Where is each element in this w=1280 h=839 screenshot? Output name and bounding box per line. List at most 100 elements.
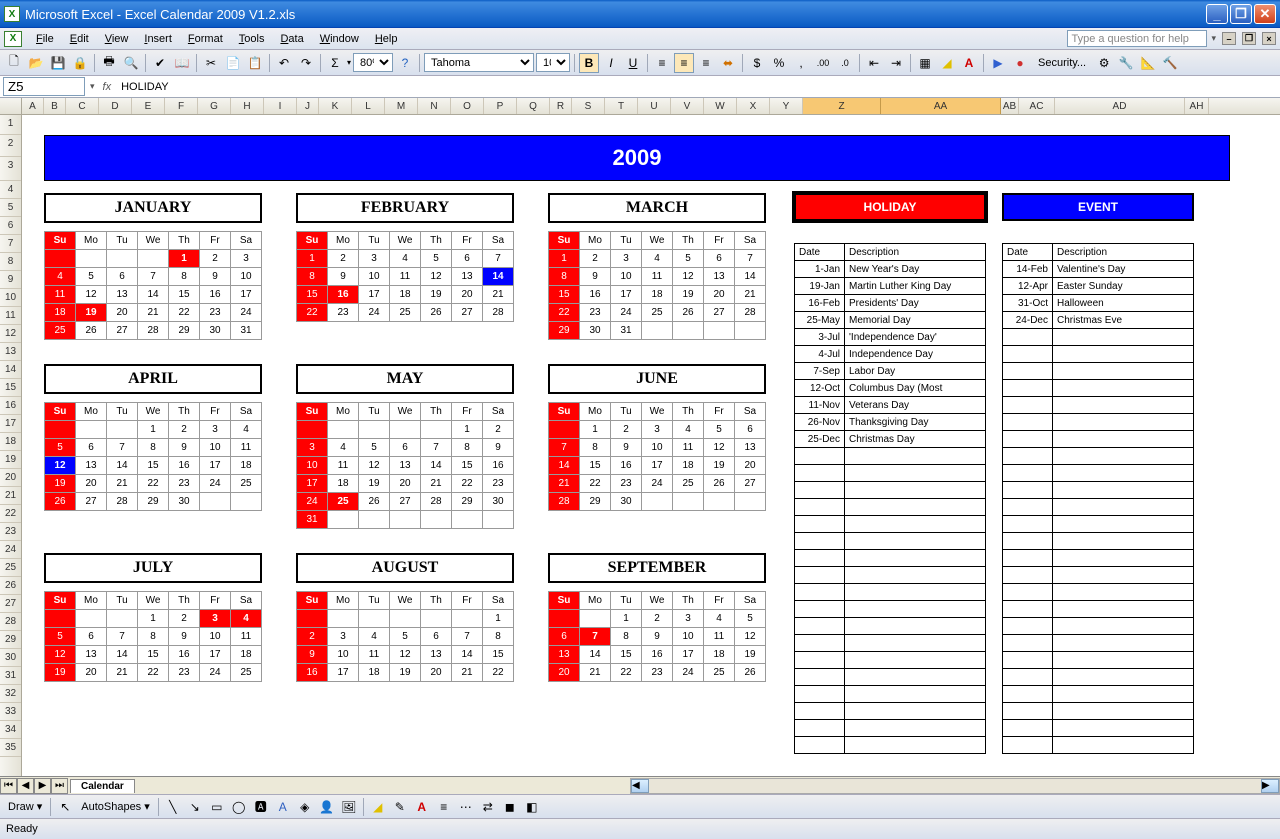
tab-first-button[interactable]: ⏮ bbox=[0, 778, 17, 794]
row-header-18[interactable]: 18 bbox=[0, 433, 21, 451]
table-row[interactable] bbox=[795, 533, 986, 550]
table-row[interactable] bbox=[795, 584, 986, 601]
print-preview-button[interactable]: 🔍 bbox=[121, 53, 141, 73]
name-box[interactable] bbox=[3, 77, 85, 96]
align-left-button[interactable]: ≡ bbox=[652, 53, 672, 73]
column-header-P[interactable]: P bbox=[484, 98, 517, 114]
table-row[interactable]: 12-OctColumbus Day (Most bbox=[795, 380, 986, 397]
table-row[interactable]: 7-SepLabor Day bbox=[795, 363, 986, 380]
row-header-33[interactable]: 33 bbox=[0, 703, 21, 721]
row-header-7[interactable]: 7 bbox=[0, 235, 21, 253]
worksheet-grid[interactable]: 2009 JANUARYSuMoTuWeThFrSa12345678910111… bbox=[22, 115, 1280, 776]
column-header-L[interactable]: L bbox=[352, 98, 385, 114]
table-row[interactable]: 26-NovThanksgiving Day bbox=[795, 414, 986, 431]
table-row[interactable]: 19-JanMartin Luther King Day bbox=[795, 278, 986, 295]
table-row[interactable] bbox=[795, 567, 986, 584]
column-header-C[interactable]: C bbox=[66, 98, 99, 114]
column-header-R[interactable]: R bbox=[550, 98, 572, 114]
table-row[interactable] bbox=[1003, 465, 1194, 482]
menu-file[interactable]: File bbox=[28, 31, 62, 47]
increase-indent-button[interactable]: ⇥ bbox=[886, 53, 906, 73]
column-header-AD[interactable]: AD bbox=[1055, 98, 1185, 114]
column-header-K[interactable]: K bbox=[319, 98, 352, 114]
table-row[interactable] bbox=[1003, 499, 1194, 516]
column-header-A[interactable]: A bbox=[22, 98, 44, 114]
permissions-button[interactable]: 🔒 bbox=[70, 53, 90, 73]
table-row[interactable]: 25-DecChristmas Day bbox=[795, 431, 986, 448]
table-row[interactable] bbox=[795, 669, 986, 686]
scroll-left-button[interactable]: ◀ bbox=[631, 779, 649, 793]
save-button[interactable]: 💾 bbox=[48, 53, 68, 73]
table-row[interactable] bbox=[1003, 346, 1194, 363]
row-header-26[interactable]: 26 bbox=[0, 577, 21, 595]
table-row[interactable] bbox=[1003, 431, 1194, 448]
table-row[interactable] bbox=[1003, 516, 1194, 533]
italic-button[interactable]: I bbox=[601, 53, 621, 73]
toolbox-button[interactable]: 🔧 bbox=[1116, 53, 1136, 73]
menu-data[interactable]: Data bbox=[272, 31, 311, 47]
table-row[interactable] bbox=[1003, 737, 1194, 754]
zoom-combo[interactable]: 80% bbox=[353, 53, 393, 72]
column-header-S[interactable]: S bbox=[572, 98, 605, 114]
horizontal-scrollbar[interactable]: ◀ ▶ bbox=[630, 778, 1280, 794]
table-row[interactable]: 11-NovVeterans Day bbox=[795, 397, 986, 414]
row-header-23[interactable]: 23 bbox=[0, 523, 21, 541]
table-row[interactable] bbox=[1003, 669, 1194, 686]
underline-button[interactable]: U bbox=[623, 53, 643, 73]
menu-insert[interactable]: Insert bbox=[136, 31, 180, 47]
merge-center-button[interactable]: ⬌ bbox=[718, 53, 738, 73]
event-table[interactable]: DateDescription14-FebValentine's Day12-A… bbox=[1002, 243, 1194, 754]
row-header-2[interactable]: 2 bbox=[0, 135, 21, 157]
column-header-W[interactable]: W bbox=[704, 98, 737, 114]
redo-button[interactable]: ↷ bbox=[296, 53, 316, 73]
column-header-I[interactable]: I bbox=[264, 98, 297, 114]
table-row[interactable] bbox=[795, 499, 986, 516]
row-header-5[interactable]: 5 bbox=[0, 199, 21, 217]
font-color-button[interactable]: A bbox=[959, 53, 979, 73]
column-header-H[interactable]: H bbox=[231, 98, 264, 114]
table-row[interactable]: 1-JanNew Year's Day bbox=[795, 261, 986, 278]
workbook-icon[interactable]: X bbox=[4, 31, 22, 47]
column-header-E[interactable]: E bbox=[132, 98, 165, 114]
autosum-button[interactable]: Σ bbox=[325, 53, 345, 73]
table-row[interactable] bbox=[1003, 363, 1194, 380]
table-row[interactable] bbox=[795, 601, 986, 618]
open-button[interactable]: 📂 bbox=[26, 53, 46, 73]
row-header-4[interactable]: 4 bbox=[0, 181, 21, 199]
table-row[interactable] bbox=[1003, 584, 1194, 601]
cut-button[interactable]: ✂ bbox=[201, 53, 221, 73]
table-row[interactable] bbox=[795, 516, 986, 533]
table-row[interactable] bbox=[795, 652, 986, 669]
menu-window[interactable]: Window bbox=[312, 31, 367, 47]
holiday-table[interactable]: DateDescription1-JanNew Year's Day19-Jan… bbox=[794, 243, 986, 754]
row-header-11[interactable]: 11 bbox=[0, 307, 21, 325]
help-search-input[interactable] bbox=[1067, 30, 1207, 47]
menu-edit[interactable]: Edit bbox=[62, 31, 97, 47]
row-header-13[interactable]: 13 bbox=[0, 343, 21, 361]
table-row[interactable] bbox=[1003, 652, 1194, 669]
currency-button[interactable]: $ bbox=[747, 53, 767, 73]
column-header-N[interactable]: N bbox=[418, 98, 451, 114]
paste-button[interactable]: 📋 bbox=[245, 53, 265, 73]
table-row[interactable]: 31-OctHalloween bbox=[1003, 295, 1194, 312]
row-header-30[interactable]: 30 bbox=[0, 649, 21, 667]
table-row[interactable] bbox=[795, 703, 986, 720]
row-header-8[interactable]: 8 bbox=[0, 253, 21, 271]
table-row[interactable] bbox=[795, 550, 986, 567]
row-header-21[interactable]: 21 bbox=[0, 487, 21, 505]
table-row[interactable]: 16-FebPresidents' Day bbox=[795, 295, 986, 312]
table-row[interactable] bbox=[1003, 448, 1194, 465]
row-header-27[interactable]: 27 bbox=[0, 595, 21, 613]
select-all-corner[interactable] bbox=[0, 98, 22, 114]
table-row[interactable] bbox=[1003, 550, 1194, 567]
column-header-Q[interactable]: Q bbox=[517, 98, 550, 114]
column-header-Y[interactable]: Y bbox=[770, 98, 803, 114]
column-header-J[interactable]: J bbox=[297, 98, 319, 114]
row-header-28[interactable]: 28 bbox=[0, 613, 21, 631]
column-header-D[interactable]: D bbox=[99, 98, 132, 114]
align-right-button[interactable]: ≡ bbox=[696, 53, 716, 73]
table-row[interactable] bbox=[1003, 618, 1194, 635]
window-maximize-button[interactable]: ❐ bbox=[1230, 4, 1252, 24]
tab-last-button[interactable]: ⏭ bbox=[51, 778, 68, 794]
column-header-AA[interactable]: AA bbox=[881, 98, 1001, 114]
